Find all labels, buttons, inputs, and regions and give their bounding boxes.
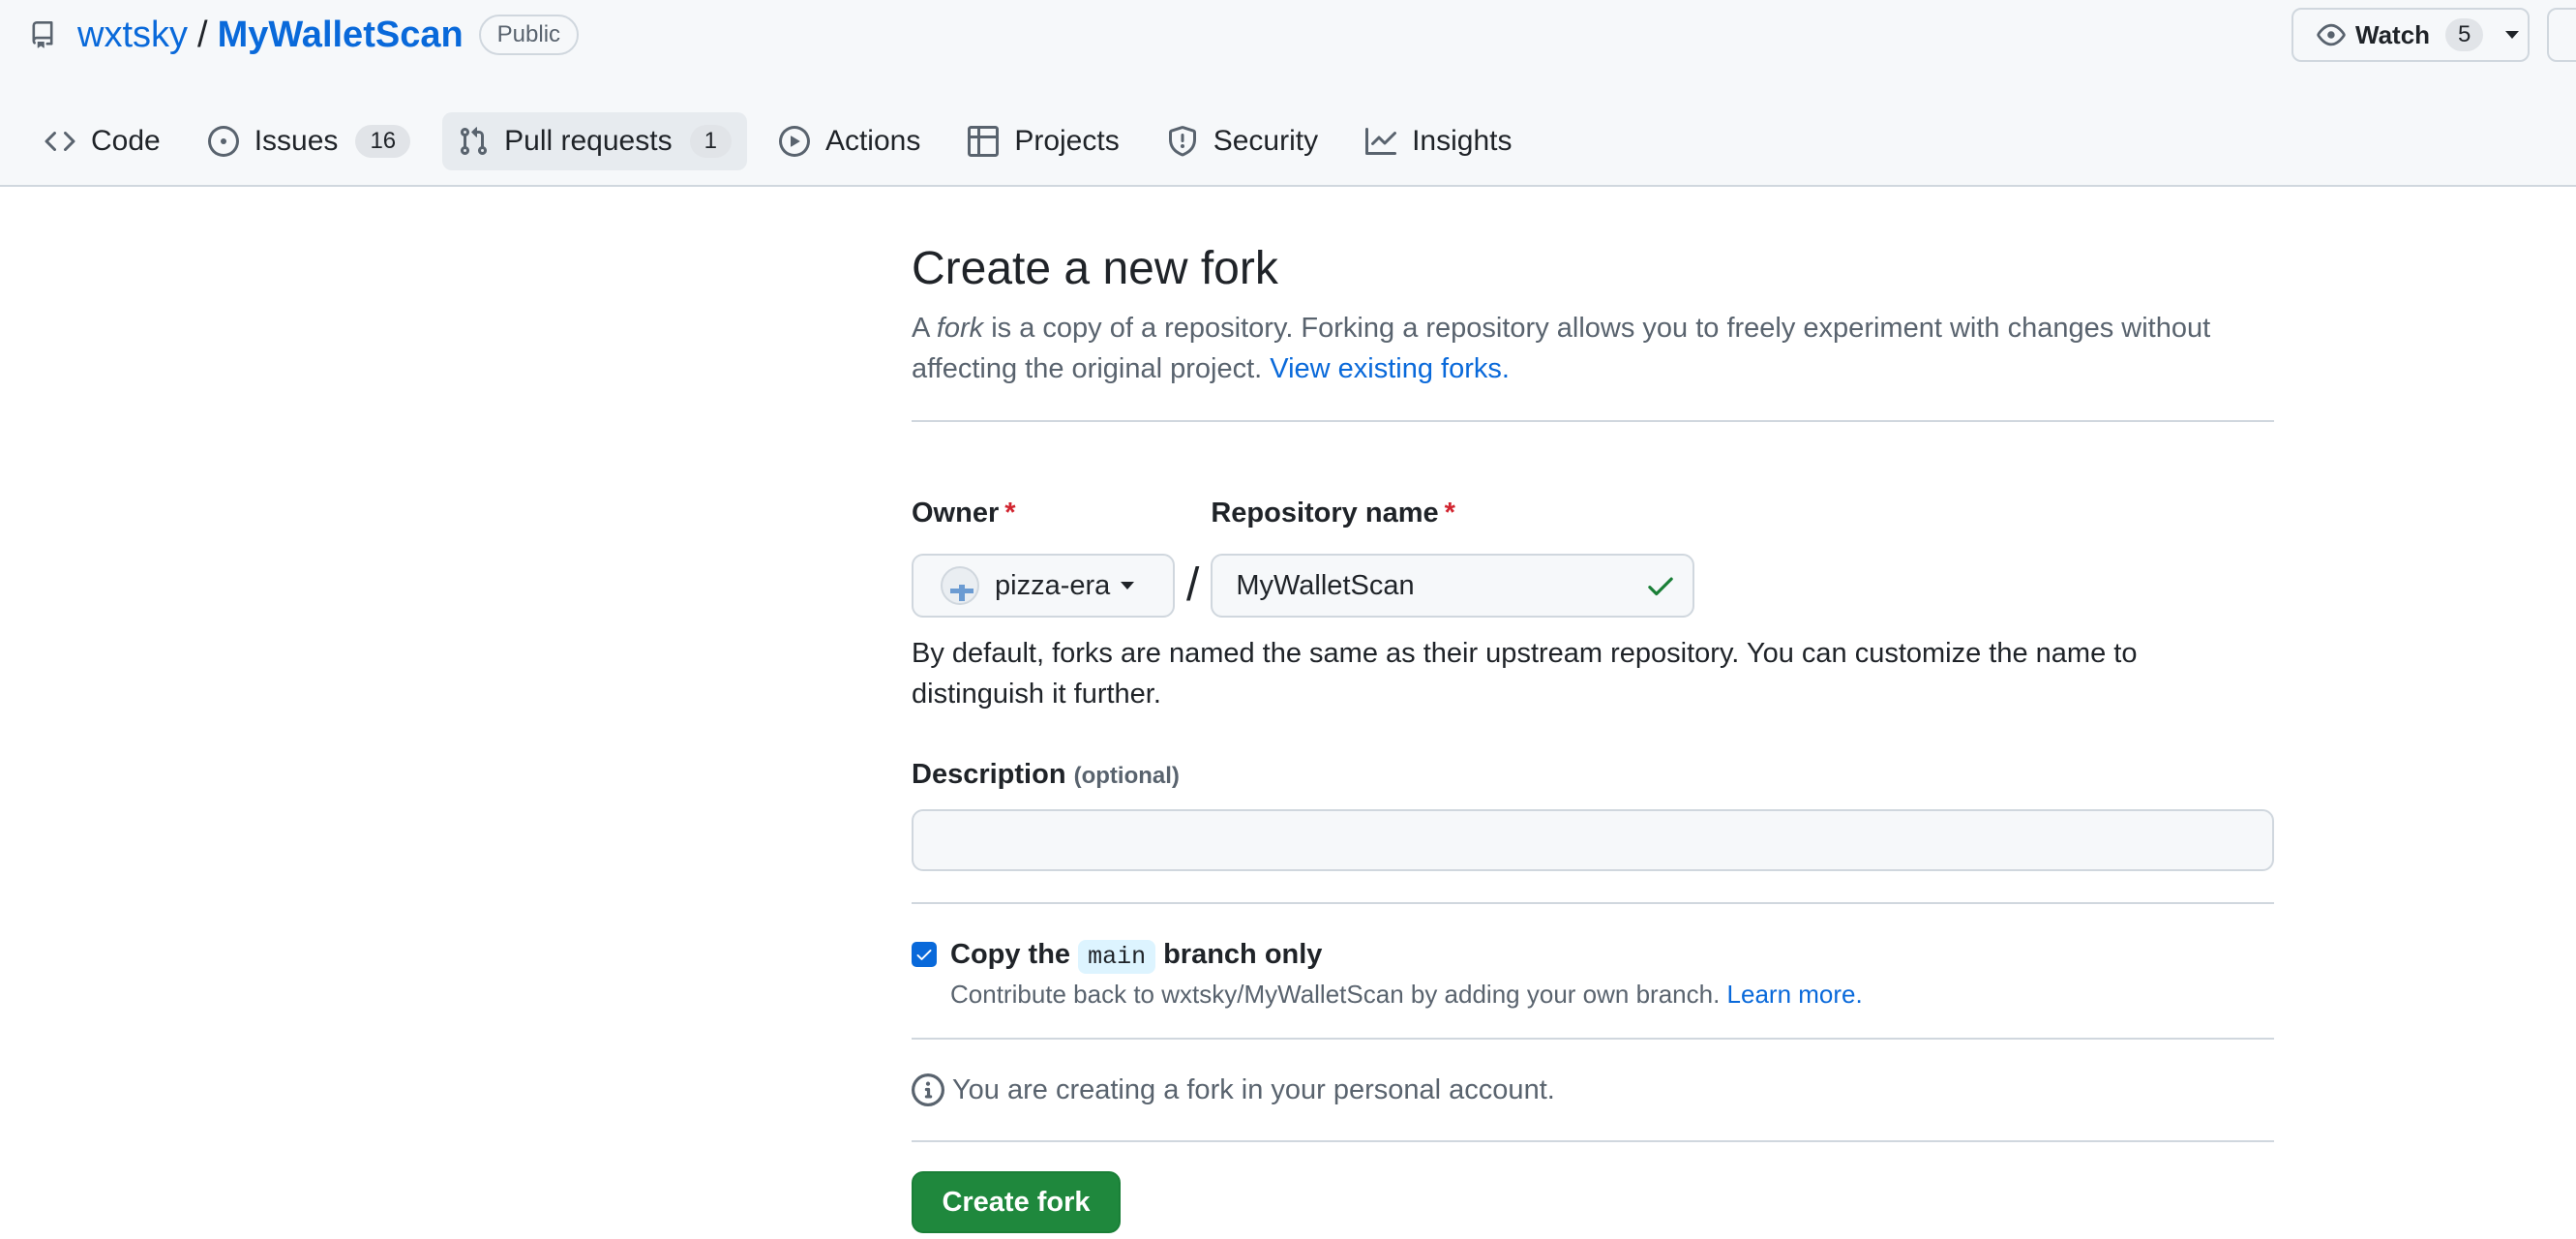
owner-label-text: Owner (912, 498, 1000, 529)
copy-branch-help-text: Contribute back to wxtsky/MyWalletScan b… (950, 980, 1721, 1009)
owner-label: Owner * (912, 498, 1175, 530)
divider (912, 1140, 2274, 1142)
chevron-down-icon (1121, 582, 1135, 589)
tab-label: Code (91, 125, 161, 157)
copy-branch-help: Contribute back to wxtsky/MyWalletScan b… (950, 980, 2274, 1014)
tab-security[interactable]: Security (1152, 112, 1333, 170)
tab-code[interactable]: Code (29, 112, 176, 170)
owner-select[interactable]: pizza-era (912, 554, 1175, 618)
repo-name-input[interactable]: MyWalletScan (1211, 554, 1695, 618)
branch-name-code: main (1078, 939, 1156, 974)
repo-header: wxtsky / MyWalletScan Public Watch 5 Cod… (0, 0, 2576, 187)
avatar (941, 566, 979, 605)
eye-icon (2317, 23, 2346, 46)
tab-label: Security (1213, 125, 1319, 157)
repo-tabs: Code Issues 16 Pull requests 1 Actions P… (29, 112, 1543, 170)
info-icon (912, 1073, 944, 1106)
tab-label: Issues (254, 125, 339, 157)
star-button[interactable] (2547, 8, 2576, 62)
tab-label: Projects (1014, 125, 1120, 157)
owner-repo-separator: / (1186, 559, 1200, 611)
check-icon (916, 950, 932, 960)
learn-more-link[interactable]: Learn more. (1727, 980, 1863, 1009)
watch-count: 5 (2445, 18, 2484, 51)
tab-insights[interactable]: Insights (1350, 112, 1527, 170)
visibility-badge: Public (478, 15, 580, 55)
graph-icon (1365, 128, 1397, 155)
watch-label: Watch (2355, 19, 2431, 49)
owner-field: Owner * pizza-era (912, 498, 1175, 618)
repo-name-field: Repository name * MyWalletScan (1211, 498, 1695, 618)
description-input[interactable] (912, 809, 2274, 871)
lead-text: is a copy of a repository. Forking a rep… (912, 313, 2211, 384)
copy-branch-option[interactable]: Copy the main branch only (912, 935, 2274, 974)
repo-path-separator: / (197, 14, 208, 55)
copy-branch-checkbox[interactable] (912, 942, 937, 967)
description-label-text: Description (912, 759, 1066, 790)
copy-branch-label: Copy the main branch only (950, 938, 1323, 974)
divider (912, 902, 2274, 904)
issues-count: 16 (355, 125, 411, 158)
repo-name-value: MyWalletScan (1236, 569, 1415, 601)
page-title: Create a new fork (912, 243, 1278, 294)
code-icon (45, 131, 75, 152)
pull-request-icon (461, 127, 488, 156)
lead-prefix: A (912, 313, 937, 344)
issue-icon (207, 126, 239, 157)
repo-name-help: By default, forks are named the same as … (912, 638, 2138, 710)
table-icon (968, 126, 1000, 157)
personal-account-notice: You are creating a fork in your personal… (912, 1040, 2274, 1140)
fork-form: Create a new fork A fork is a copy of a … (912, 232, 2274, 1233)
check-icon (1648, 577, 1674, 596)
tab-issues[interactable]: Issues 16 (193, 112, 426, 170)
shield-icon (1168, 126, 1196, 157)
notice-text: You are creating a fork in your personal… (952, 1073, 1555, 1105)
copy-suffix: branch only (1163, 938, 1323, 970)
repo-title-row: wxtsky / MyWalletScan Public (29, 10, 580, 60)
watch-button[interactable]: Watch 5 (2291, 8, 2530, 62)
pull-requests-count: 1 (689, 125, 732, 158)
fork-description: A fork is a copy of a repository. Forkin… (912, 308, 2247, 389)
repo-name-label: Repository name * (1211, 498, 1694, 530)
repo-name-label-text: Repository name (1211, 498, 1439, 529)
description-label: Description (optional) (912, 759, 2274, 794)
required-mark: * (1444, 498, 1455, 529)
chevron-down-icon (2505, 31, 2520, 39)
play-icon (778, 126, 810, 157)
tab-actions[interactable]: Actions (764, 112, 936, 170)
tab-label: Actions (824, 125, 921, 157)
create-fork-button[interactable]: Create fork (912, 1171, 1121, 1233)
divider (912, 420, 2274, 422)
optional-hint: (optional) (1073, 763, 1180, 789)
repo-name-link[interactable]: MyWalletScan (218, 15, 464, 56)
owner-repo-row: Owner * pizza-era / Repository name * MyWa… (912, 498, 2274, 618)
required-mark: * (1004, 498, 1016, 529)
owner-value: pizza-era (995, 569, 1111, 601)
tab-pull-requests[interactable]: Pull requests 1 (442, 112, 747, 170)
lead-fork-word: fork (936, 313, 984, 344)
view-existing-forks-link[interactable]: View existing forks. (1270, 353, 1510, 384)
tab-label: Pull requests (504, 125, 673, 157)
repo-owner-link[interactable]: wxtsky (77, 15, 188, 56)
tab-projects[interactable]: Projects (952, 112, 1134, 170)
copy-prefix: Copy the (950, 938, 1071, 970)
repo-icon (29, 18, 62, 51)
tab-label: Insights (1412, 125, 1513, 157)
